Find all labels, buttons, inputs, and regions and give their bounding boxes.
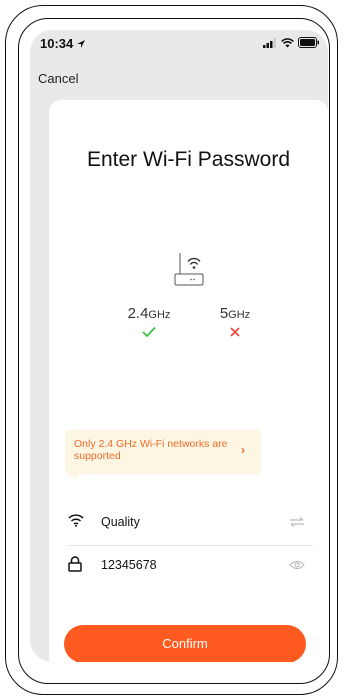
notice-text: Only 2.4 GHz Wi-Fi networks are supporte…	[74, 438, 228, 462]
page-title: Enter Wi-Fi Password	[86, 148, 291, 171]
band-5-unit: GHz	[228, 309, 251, 321]
band-5-value: 5	[219, 305, 229, 322]
password-field[interactable]: 12345678	[49, 548, 328, 584]
band-2-4-unit: GHz	[148, 309, 171, 321]
cellular-signal-icon	[263, 37, 276, 48]
switch-network-icon[interactable]	[289, 516, 305, 528]
lock-icon	[68, 556, 82, 572]
wifi-icon	[68, 514, 84, 527]
chevron-right-icon: ›	[241, 443, 245, 457]
check-icon	[142, 326, 156, 338]
wifi-setup-card: Enter Wi-Fi Password 2.4GHz 5GHz Only 2.…	[49, 100, 328, 662]
wifi-status-icon	[281, 37, 294, 47]
status-icons	[263, 37, 320, 48]
status-bar: 10:34	[30, 30, 328, 56]
band-2-4ghz: 2.4GHz	[117, 305, 181, 343]
band-2-4-value: 2.4	[127, 305, 149, 322]
cross-icon	[230, 327, 240, 337]
cancel-button[interactable]: Cancel	[38, 71, 78, 86]
eye-icon[interactable]	[289, 559, 305, 571]
password-value: 12345678	[101, 558, 157, 572]
status-time: 10:34	[40, 36, 85, 51]
battery-icon	[298, 37, 319, 48]
field-divider	[67, 545, 313, 546]
wifi-network-field[interactable]: Quality	[49, 505, 328, 541]
location-arrow-icon	[76, 40, 85, 48]
wifi-network-name: Quality	[101, 515, 140, 529]
band-notice[interactable]: Only 2.4 GHz Wi-Fi networks are supporte…	[65, 430, 261, 474]
notice-pointer	[69, 474, 81, 480]
app-screen: 10:34 Cancel Enter Wi-Fi Password 2.4GHz…	[30, 30, 328, 662]
band-5ghz: 5GHz	[203, 305, 267, 343]
confirm-button[interactable]: Confirm	[64, 625, 306, 662]
band-compatibility: 2.4GHz 5GHz	[117, 305, 267, 343]
router-icon	[174, 253, 204, 286]
